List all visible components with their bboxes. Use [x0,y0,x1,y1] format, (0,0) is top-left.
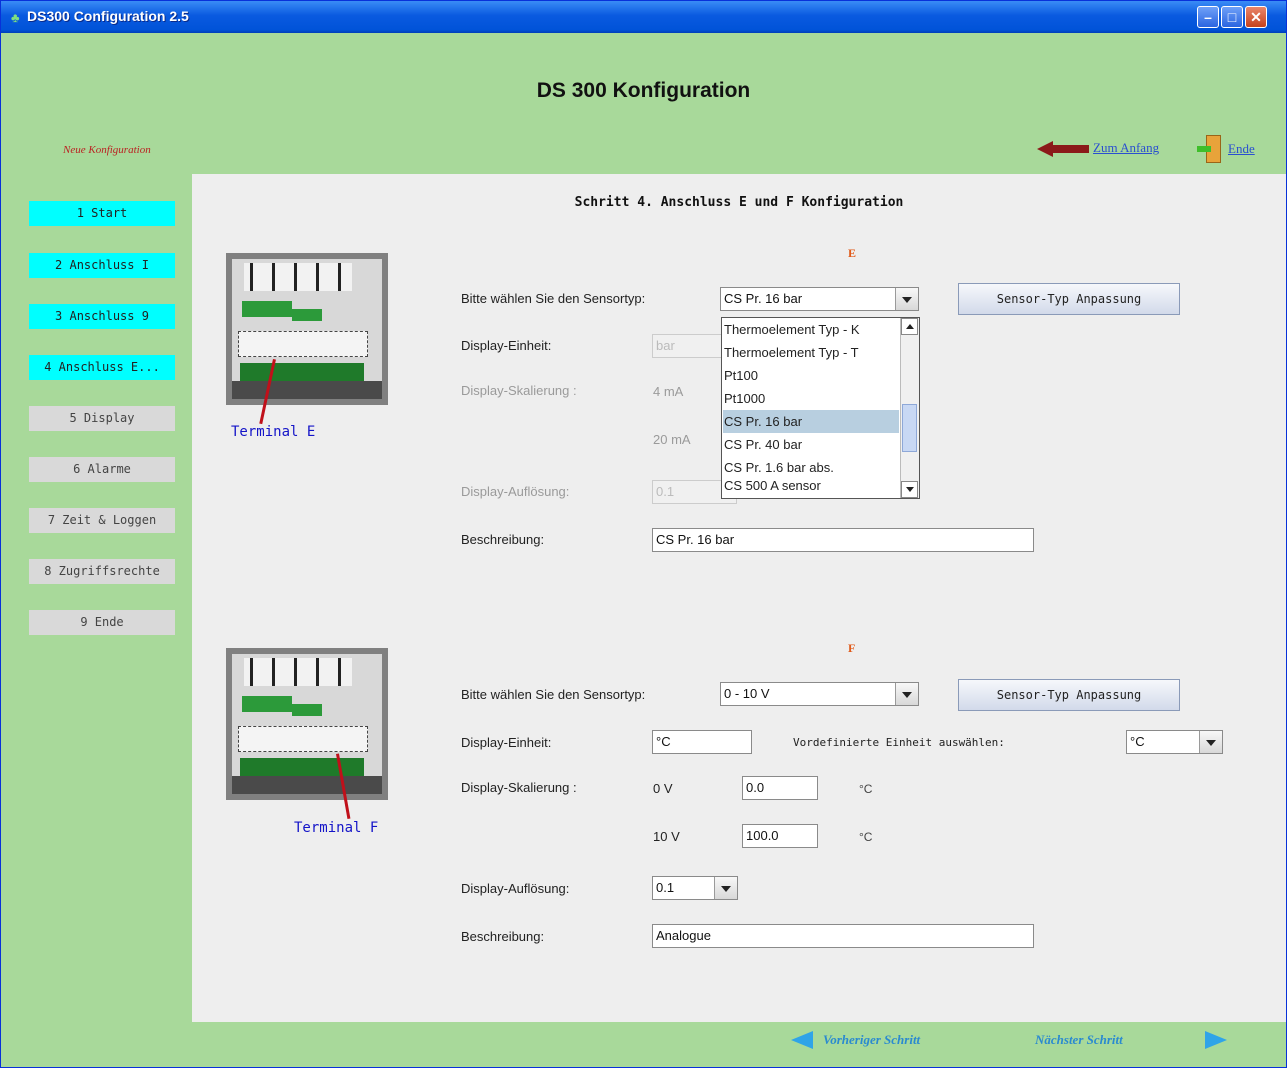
sensor-type-dropdown-list-e[interactable]: Thermoelement Typ - K Thermoelement Typ … [721,317,920,499]
next-arrow-icon [1205,1031,1227,1049]
description-label-e: Beschreibung: [461,532,545,547]
scale-high-field-f[interactable]: 100.0 [742,824,818,848]
exit-text[interactable]: Ende [1228,141,1255,157]
dropdown-option[interactable]: CS 500 A sensor [723,476,899,496]
minimize-button[interactable]: – [1197,6,1219,28]
description-field-f[interactable]: Analogue [652,924,1034,948]
scale-high-label-e: 20 mA [653,432,691,447]
go-to-start-text[interactable]: Zum Anfang [1093,140,1159,156]
display-resolution-label-f: Display-Auflösung: [461,881,570,896]
window-title: DS300 Configuration 2.5 [27,8,189,24]
display-resolution-combo-f[interactable]: 0.1 [652,876,738,900]
display-resolution-value-f: 0.1 [656,880,675,895]
sensor-type-adjust-button-e[interactable]: Sensor-Typ Anpassung [958,283,1180,315]
display-unit-field-e[interactable]: bar [652,334,732,358]
sidebar-step-ende[interactable]: 9 Ende [29,610,175,635]
page-title: DS 300 Konfiguration [536,79,751,102]
dropdown-scrollbar[interactable] [900,318,919,498]
terminal-f-label: Terminal F [294,820,379,836]
chevron-down-icon[interactable] [895,288,918,310]
sensor-type-label-e: Bitte wählen Sie den Sensortyp: [461,291,646,306]
title-bar[interactable]: ♣ DS300 Configuration 2.5 – □ ✕ [1,1,1286,33]
maximize-button[interactable]: □ [1221,6,1243,28]
scale-low-label-f: 0 V [653,781,673,796]
chevron-down-icon[interactable] [895,683,918,705]
sidebar-step-zugriffsrechte[interactable]: 8 Zugriffsrechte [29,559,175,584]
previous-step-link[interactable]: Vorheriger Schritt [791,1029,991,1053]
chevron-down-icon[interactable] [1199,731,1222,753]
section-f-letter: F [848,641,856,655]
display-unit-label-f: Display-Einheit: [461,735,552,750]
display-unit-field-f[interactable]: °C [652,730,752,754]
terminal-e-label: Terminal E [231,424,316,440]
sidebar-step-anschluss-9[interactable]: 3 Anschluss 9 [29,304,175,329]
scale-high-label-f: 10 V [653,829,680,844]
dropdown-option[interactable]: Pt1000 [723,387,899,410]
dropdown-option[interactable]: CS Pr. 40 bar [723,433,899,456]
device-image-e [226,253,388,405]
sensor-type-adjust-button-f[interactable]: Sensor-Typ Anpassung [958,679,1180,711]
sidebar-step-display[interactable]: 5 Display [29,406,175,431]
scroll-thumb[interactable] [902,404,917,452]
predefined-unit-combo-f[interactable]: °C [1126,730,1223,754]
display-unit-label-e: Display-Einheit: [461,338,552,353]
display-scaling-label-e: Display-Skalierung : [461,383,577,398]
main-content: Schritt 4. Anschluss E und F Konfigurati… [192,174,1286,1022]
next-step-text[interactable]: Nächster Schritt [1035,1032,1123,1048]
step-title: Schritt 4. Anschluss E und F Konfigurati… [574,195,904,210]
dropdown-option[interactable]: Pt100 [723,364,899,387]
close-button[interactable]: ✕ [1245,6,1267,28]
previous-arrow-icon [791,1031,813,1049]
exit-door-icon [1197,135,1223,163]
dropdown-option[interactable]: Thermoelement Typ - K [723,318,899,341]
next-step-link[interactable]: Nächster Schritt [1035,1029,1235,1053]
description-label-f: Beschreibung: [461,929,545,944]
sensor-type-label-f: Bitte wählen Sie den Sensortyp: [461,687,646,702]
sensor-type-value-f: 0 - 10 V [724,686,770,701]
sensor-type-value-e: CS Pr. 16 bar [724,291,803,306]
predefined-unit-label-f: Vordefinierte Einheit auswählen: [793,736,1005,749]
display-resolution-label-e: Display-Auflösung: [461,484,570,499]
previous-step-text[interactable]: Vorheriger Schritt [823,1032,920,1048]
description-field-e[interactable]: CS Pr. 16 bar [652,528,1034,552]
chevron-down-icon[interactable] [714,877,737,899]
scale-low-unit-f: °C [859,782,873,796]
app-window: ♣ DS300 Configuration 2.5 – □ ✕ DS 300 K… [0,0,1287,1068]
sidebar-step-alarme[interactable]: 6 Alarme [29,457,175,482]
sensor-type-combo-e[interactable]: CS Pr. 16 bar [720,287,919,311]
sidebar-step-anschluss-e[interactable]: 4 Anschluss E... [29,355,175,380]
sidebar-step-zeit-loggen[interactable]: 7 Zeit & Loggen [29,508,175,533]
predefined-unit-value-f: °C [1130,734,1145,749]
back-arrow-shaft [1051,145,1089,153]
scale-low-field-f[interactable]: 0.0 [742,776,818,800]
dropdown-option-selected[interactable]: CS Pr. 16 bar [723,410,899,433]
java-app-icon: ♣ [11,10,20,25]
scroll-up-icon[interactable] [901,318,918,335]
device-image-f [226,648,388,800]
display-scaling-label-f: Display-Skalierung : [461,780,577,795]
scroll-down-icon[interactable] [901,481,918,498]
sensor-type-combo-f[interactable]: 0 - 10 V [720,682,919,706]
scale-high-unit-f: °C [859,830,873,844]
sidebar-step-anschluss-i[interactable]: 2 Anschluss I [29,253,175,278]
section-e-letter: E [848,246,857,260]
scale-low-label-e: 4 mA [653,384,684,399]
dropdown-option[interactable]: Thermoelement Typ - T [723,341,899,364]
new-config-label: Neue Konfiguration [63,144,151,156]
sidebar-step-start[interactable]: 1 Start [29,201,175,226]
